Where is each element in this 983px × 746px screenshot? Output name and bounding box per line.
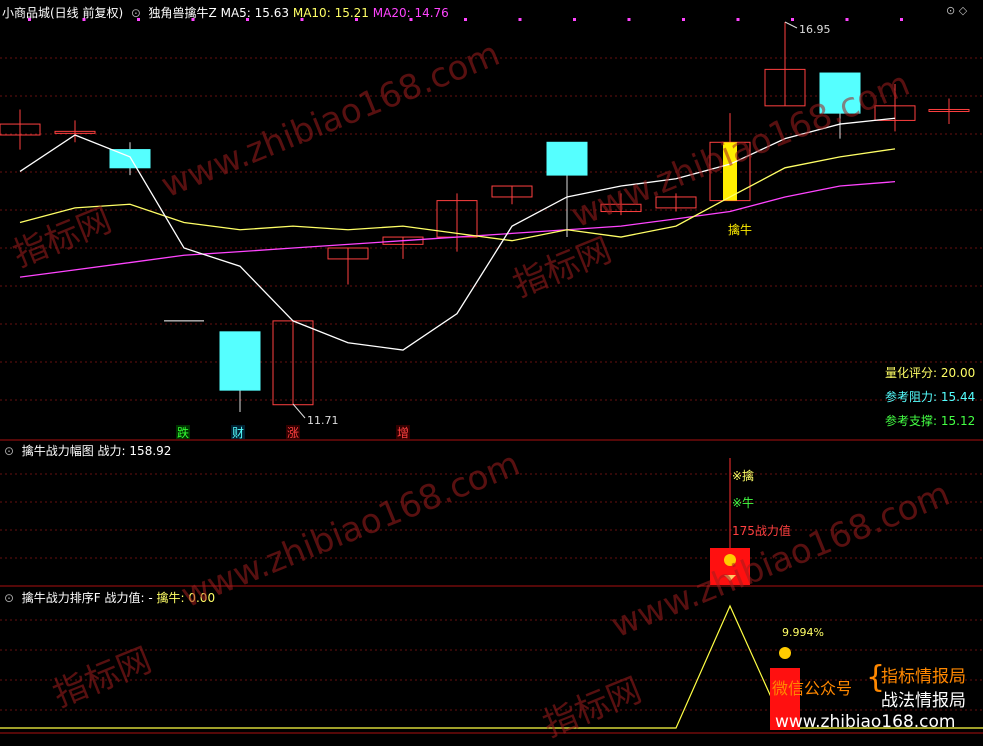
top-dot-marker	[627, 18, 631, 21]
marker-label: 涨	[287, 425, 299, 440]
support-value: 15.12	[940, 414, 976, 428]
signal-candle-highlight	[723, 142, 737, 201]
high-price-label: 16.95	[799, 23, 831, 36]
stock-chart: 16.95 11.71 擒牛跌 财 涨 增	[0, 18, 983, 734]
indicator-name: 独角兽擒牛Z	[148, 6, 217, 20]
promo-line2: 战法情报局	[881, 691, 966, 711]
panel3-value1: -	[148, 591, 153, 605]
panel2-value: 158.92	[129, 444, 172, 458]
ma20-label: MA20:	[372, 6, 411, 20]
panel2-tag3: 175战力值	[732, 524, 791, 538]
score-value: 20.00	[940, 366, 976, 380]
top-dot-marker	[464, 18, 467, 21]
marker-label: 财	[232, 426, 244, 440]
high-arrow	[784, 21, 798, 29]
promo-line1: 指标情报局	[881, 667, 966, 687]
collapse-icon[interactable]: ⊙	[127, 6, 145, 20]
panel3-value2: 0.00	[188, 591, 216, 605]
panel3-label1: 战力值:	[104, 591, 145, 605]
top-dot-marker	[791, 18, 794, 21]
candle-body	[219, 331, 261, 391]
low-arrow	[292, 403, 306, 419]
panel3-header: ⊙ 擒牛战力排序F 战力值: - 擒牛: 0.00	[4, 589, 215, 606]
promo-label: 微信公众号	[772, 679, 853, 698]
panel3-title: 擒牛战力排序F	[21, 591, 101, 605]
chart-header: 小商品城(日线 前复权) ⊙ 独角兽擒牛Z MA5: 15.63 MA10: 1…	[2, 4, 449, 21]
support-label: 参考支撑:	[885, 414, 938, 428]
marker-label: 跌	[177, 425, 189, 440]
panel2-value-label: 战力:	[97, 444, 126, 458]
low-price-label: 11.71	[307, 414, 339, 427]
signal-label: 擒牛	[728, 222, 752, 237]
resist-info: 参考阻力: 15.44	[885, 388, 975, 405]
rank-smile-icon	[779, 647, 791, 659]
panel2-collapse-icon[interactable]: ⊙	[4, 444, 18, 458]
ma10-label: MA10:	[292, 6, 331, 20]
top-dot-marker	[900, 18, 903, 21]
top-dot-marker	[845, 18, 849, 21]
score-label: 量化评分:	[885, 366, 938, 380]
panel2-title: 擒牛战力幅图	[21, 444, 94, 458]
candle-body	[819, 72, 861, 114]
top-dot-marker	[518, 18, 522, 21]
ma5-label: MA5:	[220, 6, 251, 20]
top-dot-marker	[736, 18, 740, 21]
panel2-tag1: ※擒	[732, 469, 755, 483]
panel3-collapse-icon[interactable]: ⊙	[4, 591, 18, 605]
ma20-value: 14.76	[414, 6, 449, 20]
top-dot-marker	[573, 18, 576, 21]
resist-value: 15.44	[940, 390, 976, 404]
marker-label: 增	[397, 426, 409, 440]
promo-url: www.zhibiao168.com	[775, 712, 956, 732]
ma10-value: 15.21	[334, 6, 369, 20]
zoom-control-icon[interactable]: ⊙ ◇	[946, 4, 967, 17]
candle-body	[109, 149, 151, 169]
resist-label: 参考阻力:	[885, 390, 938, 404]
window-title: 小商品城(日线 前复权)	[2, 6, 124, 20]
top-dot-marker	[682, 18, 685, 21]
panel2-header: ⊙ 擒牛战力幅图 战力: 158.92	[4, 442, 171, 459]
ma5-value: 15.63	[254, 6, 290, 20]
smile-icon	[724, 554, 736, 566]
support-info: 参考支撑: 15.12	[885, 412, 975, 429]
panel2-tag2: ※牛	[732, 496, 755, 510]
panel3-label2: 擒牛:	[156, 591, 185, 605]
score-info: 量化评分: 20.00	[885, 364, 975, 381]
rank-pct-label: 9.994%	[782, 626, 824, 639]
candle-body	[546, 141, 588, 176]
